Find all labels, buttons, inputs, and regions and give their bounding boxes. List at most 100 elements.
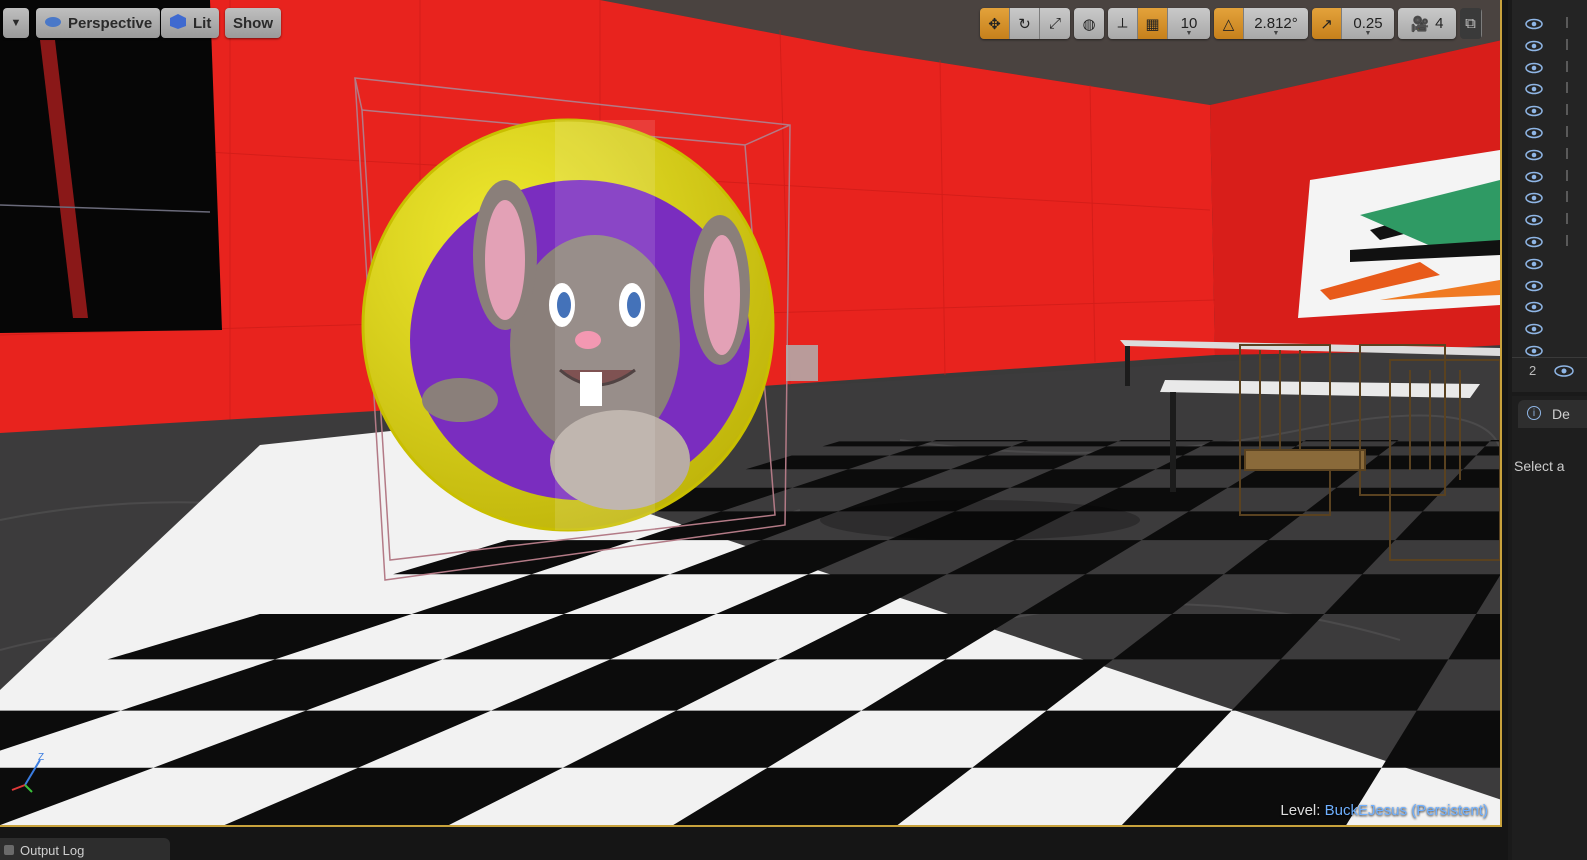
output-log-label: Output Log [20, 843, 85, 858]
outliner-row[interactable] [1512, 77, 1587, 99]
camera-icon [44, 14, 62, 32]
floor-tile [1011, 441, 1119, 447]
translate-mode-button[interactable]: ✥ [980, 8, 1010, 39]
floor-tile [1489, 440, 1500, 442]
chevron-down-icon: ▼ [1185, 30, 1193, 37]
camera-speed-button[interactable]: 🎥 4 [1398, 8, 1456, 39]
viewport-options-dropdown[interactable]: ▼ [3, 8, 29, 38]
details-tab[interactable]: i De [1518, 400, 1587, 428]
rotation-snap-toggle[interactable]: △ [1214, 8, 1244, 39]
outliner-row[interactable] [1512, 12, 1587, 34]
outliner-row[interactable] [1512, 252, 1587, 274]
outliner-row[interactable] [1512, 186, 1587, 208]
eye-icon[interactable] [1525, 40, 1543, 52]
grid-icon: ▦ [1145, 15, 1160, 33]
eye-icon[interactable] [1525, 214, 1543, 226]
mouse-ball-actor[interactable] [361, 118, 775, 532]
maximize-icon: ⧉ [1465, 15, 1476, 32]
svg-text:Z: Z [38, 752, 44, 763]
tree-line [1566, 147, 1568, 159]
details-hint: Select a [1514, 458, 1565, 474]
maximize-viewport-button[interactable]: ⧉ [1460, 8, 1482, 39]
tree-line [1566, 104, 1568, 116]
eye-icon[interactable] [1525, 323, 1543, 335]
tree-line [1566, 38, 1568, 50]
camera-speed-value-label: 4 [1435, 15, 1444, 32]
tree-line [1566, 169, 1568, 181]
grid-snap-value[interactable]: 10 ▼ [1168, 8, 1210, 39]
outliner-row[interactable] [1512, 295, 1587, 317]
tree-line [1566, 213, 1568, 225]
level-prefix: Level: [1280, 802, 1321, 819]
tree-line [1566, 82, 1568, 94]
surface-snap-toggle[interactable]: ⟂ [1108, 8, 1138, 39]
floor-tile [1360, 455, 1477, 470]
outliner-row[interactable] [1512, 143, 1587, 165]
outliner-row[interactable] [1512, 317, 1587, 339]
scale-snap-icon: ↗ [1320, 15, 1333, 33]
eye-icon[interactable] [1525, 280, 1543, 292]
eye-icon[interactable] [1525, 258, 1543, 270]
floor-tile [1118, 440, 1214, 442]
rotation-snap-value[interactable]: 2.812° ▼ [1244, 8, 1308, 39]
unreal-editor-window: Z ▼ Perspective Lit Show ✥ ↻ ⤢ ◍ ⟂ ▦ 10 … [0, 0, 1587, 860]
rotate-mode-button[interactable]: ↻ [1010, 8, 1040, 39]
scale-icon: ⤢ [1048, 15, 1061, 32]
world-outliner[interactable]: 2 [1512, 0, 1587, 392]
lit-button[interactable]: Lit [161, 8, 220, 38]
cube-icon [169, 13, 187, 33]
outliner-row[interactable] [1512, 274, 1587, 296]
scale-snap-toggle[interactable]: ↗ [1312, 8, 1342, 39]
viewport-scene[interactable]: Z [0, 0, 1502, 827]
outliner-footer: 2 [1512, 357, 1587, 384]
outliner-row[interactable] [1512, 165, 1587, 187]
move-icon: ✥ [988, 15, 1001, 33]
outliner-row[interactable] [1512, 208, 1587, 230]
tree-line [1566, 60, 1568, 72]
eye-icon[interactable] [1525, 192, 1543, 204]
log-icon [4, 845, 14, 855]
floor-tile [1201, 441, 1304, 447]
output-log-tab[interactable]: Output Log [0, 838, 170, 860]
eye-icon[interactable] [1525, 301, 1543, 313]
eye-icon[interactable] [1525, 171, 1543, 183]
floor-tile [932, 440, 1029, 442]
outliner-row[interactable] [1512, 56, 1587, 78]
outliner-count: 2 [1529, 363, 1537, 378]
details-panel: i De Select a [1512, 396, 1587, 860]
transform-toolbar: ✥ ↻ ⤢ ◍ ⟂ ▦ 10▼ △ 2.812°▼ ↗ 0.25▼ 🎥4 [980, 8, 1486, 39]
outliner-row[interactable] [1512, 34, 1587, 56]
perspective-button[interactable]: Perspective [36, 8, 161, 38]
floor-tile [822, 441, 933, 447]
eye-icon[interactable] [1525, 345, 1543, 357]
outliner-row[interactable] [1512, 230, 1587, 252]
grid-snap-toggle[interactable]: ▦ [1138, 8, 1168, 39]
show-button[interactable]: Show [225, 8, 281, 38]
info-icon: i [1527, 406, 1541, 420]
outliner-row[interactable] [1512, 99, 1587, 121]
chevron-down-icon: ▼ [1272, 30, 1280, 37]
world-local-toggle[interactable]: ◍ [1074, 8, 1104, 39]
perspective-label: Perspective [68, 14, 153, 32]
eye-icon[interactable] [1525, 18, 1543, 30]
eye-icon[interactable] [1525, 149, 1543, 161]
scale-mode-button[interactable]: ⤢ [1040, 8, 1070, 39]
lit-label: Lit [193, 14, 212, 32]
eye-icon[interactable] [1525, 127, 1543, 139]
floor-tile [1390, 441, 1490, 447]
camera-speed-icon: 🎥 [1410, 15, 1430, 33]
eye-icon[interactable] [1525, 105, 1543, 117]
eye-icon[interactable] [1525, 62, 1543, 74]
level-name: BuckEJesus (Persistent) [1324, 802, 1488, 819]
floor-tile [1303, 440, 1399, 442]
level-viewport[interactable]: Z ▼ Perspective Lit Show ✥ ↻ ⤢ ◍ ⟂ ▦ 10 … [0, 0, 1502, 827]
scale-snap-value[interactable]: 0.25 ▼ [1342, 8, 1394, 39]
eye-icon[interactable] [1525, 236, 1543, 248]
show-label: Show [233, 14, 273, 32]
tree-line [1566, 17, 1568, 28]
outliner-row[interactable] [1512, 121, 1587, 143]
actor-billboard[interactable] [786, 345, 818, 381]
angle-icon: △ [1222, 15, 1235, 33]
chevron-down-icon: ▼ [1364, 30, 1372, 37]
eye-icon[interactable] [1525, 83, 1543, 95]
